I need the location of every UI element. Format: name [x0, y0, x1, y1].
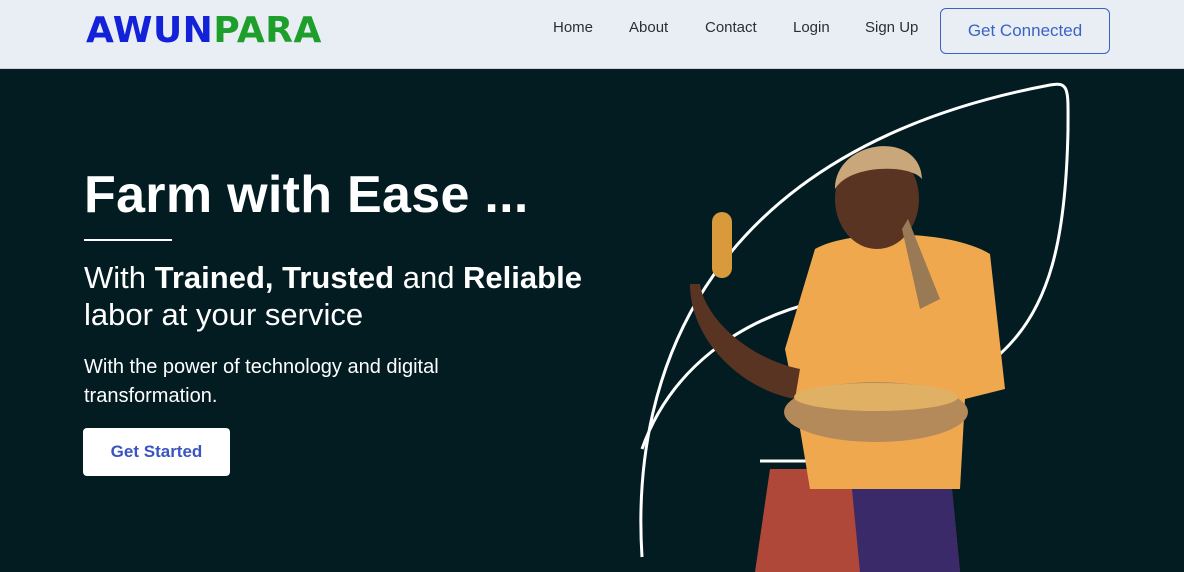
subhead-and: and: [394, 260, 464, 295]
subhead-suffix: labor at your service: [84, 297, 364, 332]
farmer-figure: [690, 146, 1005, 572]
arm: [690, 284, 800, 399]
hero-illustration: [639, 82, 1070, 572]
hero-headline: Farm with Ease ...: [84, 166, 529, 224]
nav-link-contact[interactable]: Contact: [705, 18, 757, 38]
brand-logo[interactable]: AWUNPARA: [86, 11, 322, 51]
subhead-space: [274, 260, 283, 295]
hero-tagline: With the power of technology and digital…: [84, 356, 439, 407]
subhead-prefix: With: [84, 260, 155, 295]
get-connected-button[interactable]: Get Connected: [940, 8, 1110, 54]
get-started-button[interactable]: Get Started: [83, 428, 230, 476]
brand-logo-part2: PARA: [213, 10, 322, 51]
navbar: AWUNPARA Home About Contact Login Sign U…: [0, 0, 1184, 69]
hero-section: Farm with Ease ... With Trained, Trusted…: [0, 69, 1184, 572]
subhead-reliable: Reliable: [463, 260, 582, 295]
hero-subheadline: With Trained, Trusted and Reliable labor…: [84, 259, 644, 333]
nav-link-home[interactable]: Home: [553, 18, 593, 38]
brand-logo-part1: AWUN: [86, 10, 214, 51]
nav-link-signup[interactable]: Sign Up: [865, 18, 918, 38]
shirt: [785, 234, 1005, 489]
nav-link-about[interactable]: About: [629, 18, 668, 38]
corn-cob: [712, 212, 732, 278]
headline-underline: [84, 239, 172, 241]
subhead-trained: Trained,: [154, 260, 274, 295]
subhead-trusted: Trusted: [282, 260, 395, 295]
nav-link-login[interactable]: Login: [793, 18, 830, 38]
